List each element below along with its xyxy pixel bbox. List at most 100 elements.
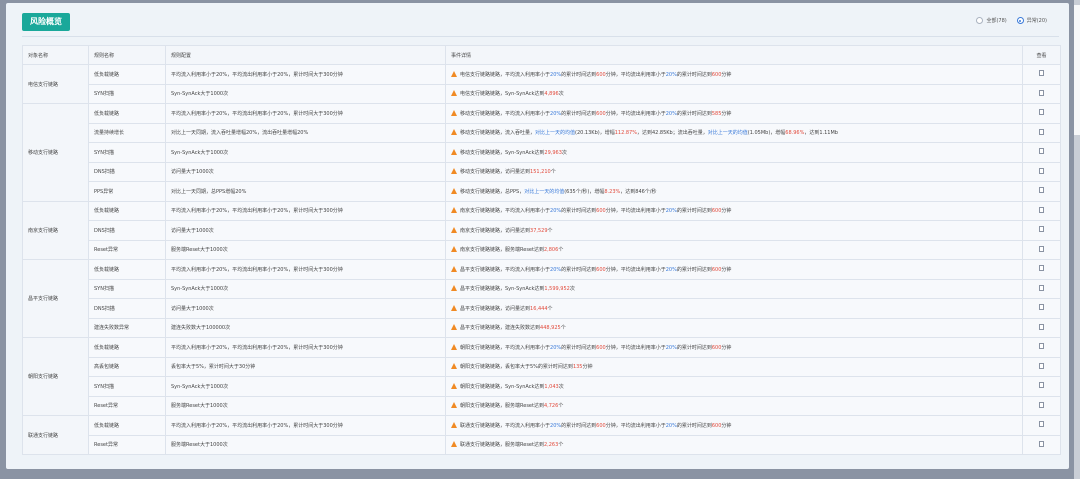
event-detail-cell: 昌平支行链路链路，建连失败数达到448,925个 <box>445 317 1023 338</box>
warning-icon <box>451 265 457 272</box>
detail-text: 分钟 <box>721 266 732 273</box>
document-icon[interactable] <box>1039 440 1044 447</box>
document-icon[interactable] <box>1039 265 1044 272</box>
radio-all-dot[interactable] <box>976 17 984 24</box>
header-rule: 规则名称 <box>88 45 166 65</box>
document-icon[interactable] <box>1039 304 1044 311</box>
event-detail-cell: 朝阳支行链路链路，平均流入利用率小于20%的累计时间达到600分钟，平均流出利用… <box>445 337 1023 358</box>
document-icon[interactable] <box>1039 128 1044 135</box>
event-detail-cell: 朝阳支行链路链路，丢包率大于5%的累计时间达到135分钟 <box>445 356 1023 377</box>
rule-config-cell: 平均流入利用率小于20%，平均流出利用率小于20%，累计时间大于300分钟 <box>165 415 446 436</box>
detail-highlight: 对比上一天的均值 <box>535 130 576 137</box>
rule-config-cell: 对比上一天同期，流入吞吐量增幅20%，流出吞吐量增幅20% <box>165 122 446 143</box>
detail-text: 分钟，平均流出利用率小于 <box>605 71 666 78</box>
event-table: 对象名称 规则名称 规则配置 事件详情 查看 电信支行链路 低负载链路 平均流入利用… <box>22 45 1061 455</box>
object-name-cell: 电信支行链路 <box>22 64 89 104</box>
detail-text: 个 <box>558 247 564 254</box>
detail-text: 移动支行链路链路，总PPS， <box>460 188 525 195</box>
detail-text: 昌平支行链路链路，访问量达到 <box>460 305 531 312</box>
detail-highlight: 20% <box>550 208 562 215</box>
document-icon[interactable] <box>1039 362 1044 369</box>
document-icon[interactable] <box>1039 89 1044 96</box>
scrollbar-thumb[interactable] <box>1074 5 1080 135</box>
document-icon[interactable] <box>1039 323 1044 330</box>
document-icon[interactable] <box>1039 148 1044 155</box>
view-cell <box>1022 64 1061 85</box>
detail-text: 个 <box>560 325 566 332</box>
table-row: SYN扫描 Syn-SynAck大于1000次 昌平支行链路链路，Syn-SynAc… <box>23 278 1061 299</box>
document-icon[interactable] <box>1039 70 1044 77</box>
rule-config-cell: 平均流入利用率小于20%，平均流出利用率小于20%，累计时间大于300分钟 <box>165 337 446 358</box>
event-detail-cell: 移动支行链路链路，访问量达到151,210个 <box>445 161 1023 182</box>
rule-name-cell: 高丢包链路 <box>88 356 166 377</box>
document-icon[interactable] <box>1039 206 1044 213</box>
view-cell <box>1022 181 1061 202</box>
detail-text: 的累计时间达到 <box>561 71 597 78</box>
document-icon[interactable] <box>1039 226 1044 233</box>
detail-highlight: 20% <box>665 110 677 117</box>
detail-text: 个 <box>558 442 564 449</box>
rule-config-cell: 建连失败数大于100000次 <box>165 317 446 338</box>
detail-text: 昌平支行链路链路，Syn-SynAck达到 <box>460 286 545 293</box>
detail-highlight: 20% <box>550 110 562 117</box>
view-cell <box>1022 415 1061 436</box>
event-table-wrap: 对象名称 规则名称 规则配置 事件详情 查看 电信支行链路 低负载链路 平均流入利用… <box>22 45 1061 455</box>
view-cell <box>1022 122 1061 143</box>
detail-highlight: 20% <box>550 422 562 429</box>
document-icon[interactable] <box>1039 245 1044 252</box>
detail-text: 南京支行链路链路，访问量达到 <box>460 227 531 234</box>
rule-name-cell: DNS扫描 <box>88 298 166 319</box>
view-cell <box>1022 434 1061 455</box>
view-cell <box>1022 200 1061 221</box>
table-row: SYN扫描 Syn-SynAck大于1000次 朝阳支行链路链路，Syn-SynAc… <box>23 376 1061 397</box>
detail-highlight: 600 <box>711 71 722 78</box>
radio-abnormal-dot[interactable] <box>1016 17 1024 24</box>
document-icon[interactable] <box>1039 421 1044 428</box>
rule-config-cell: Syn-SynAck大于1000次 <box>165 83 446 104</box>
document-icon[interactable] <box>1039 401 1044 408</box>
detail-highlight: 600 <box>711 266 722 273</box>
risk-overview-button[interactable]: 风险概览 <box>22 13 70 31</box>
scrollbar[interactable] <box>1074 0 1080 479</box>
view-cell <box>1022 356 1061 377</box>
document-icon[interactable] <box>1039 167 1044 174</box>
event-detail-cell: 南京支行链路链路，平均流入利用率小于20%的累计时间达到600分钟，平均流出利用… <box>445 200 1023 221</box>
document-icon[interactable] <box>1039 109 1044 116</box>
warning-icon <box>451 441 457 448</box>
table-row: 朝阳支行链路 低负载链路 平均流入利用率小于20%，平均流出利用率小于20%，累计时… <box>22 337 1061 416</box>
document-icon[interactable] <box>1039 187 1044 194</box>
detail-text: 的累计时间达到 <box>676 71 712 78</box>
rule-name-cell: SYN扫描 <box>88 142 166 163</box>
rule-config-cell: 访问量大于1000次 <box>165 161 446 182</box>
rule-name-cell: 低负载链路 <box>88 200 166 221</box>
document-icon[interactable] <box>1039 284 1044 291</box>
object-name-cell: 南京支行链路 <box>22 200 89 260</box>
rule-name-cell: Reset异常 <box>88 395 166 416</box>
detail-text: (20.13Kb)，增幅 <box>575 130 615 137</box>
detail-text: 分钟，平均流出利用率小于 <box>605 344 666 351</box>
detail-text: 昌平支行链路链路，建连失败数达到 <box>460 325 541 332</box>
detail-text: 分钟，平均流出利用率小于 <box>605 208 666 215</box>
table-row: DNS扫描 访问量大于1000次 移动支行链路链路，访问量达到151,210个 <box>23 161 1061 182</box>
toolbar-divider <box>22 36 1059 37</box>
event-detail-cell: 昌平支行链路链路，平均流入利用率小于20%的累计时间达到600分钟，平均流出利用… <box>445 259 1023 280</box>
radio-all-label: 全部(78) <box>986 18 1007 24</box>
radio-all[interactable]: 全部(78) <box>976 17 1007 24</box>
detail-highlight: 4,726 <box>543 403 559 410</box>
detail-text: 次 <box>558 91 564 98</box>
document-icon[interactable] <box>1039 343 1044 350</box>
rule-name-cell: 建连失败数异常 <box>88 317 166 338</box>
rule-name-cell: 流量持续增长 <box>88 122 166 143</box>
warning-icon <box>451 168 457 175</box>
detail-text: 移动支行链路链路，访问量达到 <box>460 169 531 176</box>
radio-abnormal[interactable]: 异常(20) <box>1016 17 1047 24</box>
rule-name-cell: 低负载链路 <box>88 103 166 124</box>
document-icon[interactable] <box>1039 382 1044 389</box>
warning-icon <box>451 343 457 350</box>
detail-highlight: 600 <box>711 344 722 351</box>
rule-name-cell: 低负载链路 <box>88 64 166 85</box>
detail-text: 分钟 <box>582 364 593 371</box>
table-row: SYN扫描 Syn-SynAck大于1000次 电信支行链路链路，Syn-SynAc… <box>23 83 1061 104</box>
detail-text: 的累计时间达到 <box>561 422 597 429</box>
rule-config-cell: 对比上一天同期，总PPS增幅20% <box>165 181 446 202</box>
